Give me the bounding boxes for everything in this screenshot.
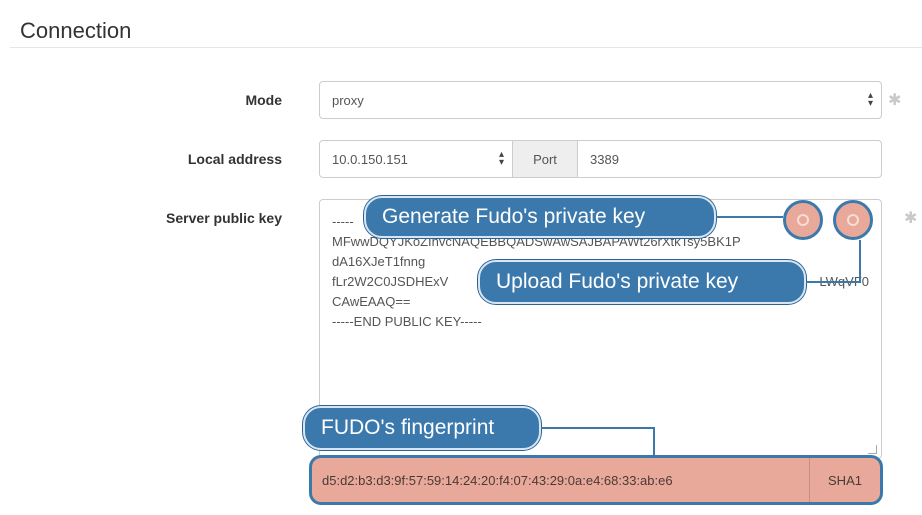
upload-connector-h (806, 281, 861, 283)
fingerprint-algorithm: SHA1 (809, 458, 880, 502)
local-address-select[interactable]: 10.0.150.151 ▴ ▾ (320, 141, 512, 177)
generate-key-icon[interactable] (783, 200, 823, 240)
mode-select[interactable]: proxy ▴ ▾ (319, 81, 882, 119)
select-arrows-icon: ▴ ▾ (867, 90, 873, 109)
asterisk-icon: ✱ (904, 210, 918, 227)
key-line: -----END PUBLIC KEY----- (332, 314, 482, 329)
upload-key-icon[interactable] (833, 200, 873, 240)
local-address-value: 10.0.150.151 (332, 152, 408, 167)
section-title: Connection (20, 18, 132, 43)
upload-callout: Upload Fudo's private key (478, 260, 806, 304)
resize-handle[interactable] (868, 445, 877, 454)
asterisk-icon: ✱ (888, 92, 902, 109)
select-arrows-icon: ▴ ▾ (498, 149, 504, 168)
section-divider (10, 47, 922, 48)
local-address-label: Local address (187, 151, 282, 167)
fingerprint-callout: FUDO's fingerprint (303, 406, 541, 450)
port-addon: Port (512, 141, 578, 177)
port-input[interactable]: 3389 (590, 152, 619, 167)
mode-label: Mode (245, 92, 282, 108)
fingerprint-field: d5:d2:b3:d3:9f:57:59:14:24:20:f4:07:43:2… (309, 455, 883, 505)
local-address-group: 10.0.150.151 ▴ ▾ Port 3389 (319, 140, 882, 178)
fingerprint-value: d5:d2:b3:d3:9f:57:59:14:24:20:f4:07:43:2… (322, 472, 673, 488)
upload-connector-v (859, 240, 861, 283)
generate-connector (716, 216, 783, 218)
mode-value: proxy (332, 93, 364, 108)
key-line-start: fLr2W2C0JSDHExV (332, 274, 449, 289)
fingerprint-connector-h (541, 427, 655, 429)
server-public-key-label: Server public key (166, 210, 282, 226)
generate-callout: Generate Fudo's private key (364, 196, 716, 238)
fingerprint-connector-v (653, 427, 655, 455)
